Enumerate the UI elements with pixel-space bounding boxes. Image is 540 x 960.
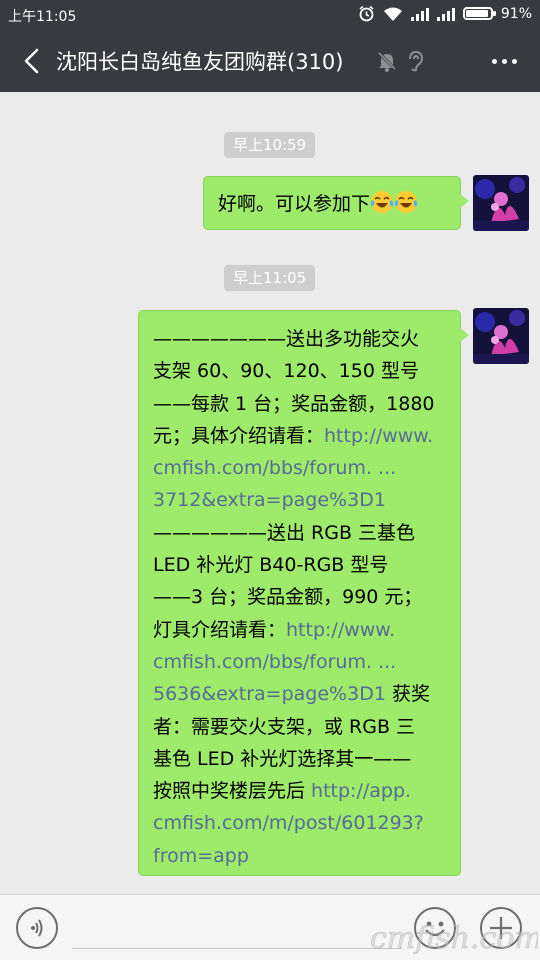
message-line: ——3 台；奖品金额，990 元；	[153, 586, 423, 609]
status-icons: 91%	[358, 5, 532, 22]
chat-header: 沈阳长白岛纯鱼友团购群(310)	[0, 30, 540, 92]
message-link[interactable]: 3712&extra=page%3D1	[153, 489, 386, 511]
message-link[interactable]: http://www.	[286, 619, 395, 641]
wifi-icon	[383, 7, 402, 21]
chat-messages: 早上10:59 好啊。可以参加下 早上11:05 ———————送出多功能交火 …	[0, 92, 540, 894]
laughing-crying-emoji	[395, 191, 418, 213]
message-bubble[interactable]: ———————送出多功能交火 支架 60、90、120、150 型号 ——每款 …	[138, 310, 469, 876]
earpiece-icon	[409, 50, 424, 72]
back-arrow-icon[interactable]	[14, 43, 50, 79]
message-input[interactable]	[72, 905, 402, 949]
input-bar	[0, 894, 540, 960]
message-line: 按照中奖楼层先后	[153, 780, 312, 803]
avatar[interactable]	[473, 308, 529, 364]
battery-level: 91%	[500, 5, 532, 22]
message-line: ——————送出 RGB 三基色	[153, 521, 416, 544]
battery-icon	[462, 7, 496, 20]
message-line: 者：需要交火支架，或 RGB 三	[153, 715, 416, 738]
timestamp: 早上11:05	[224, 265, 316, 291]
message-bubble[interactable]: 好啊。可以参加下	[203, 176, 469, 230]
avatar[interactable]	[473, 175, 529, 231]
message-line: 获奖	[385, 683, 430, 706]
timestamp: 早上10:59	[224, 132, 316, 158]
message-line: ———————送出多功能交火	[153, 328, 420, 350]
message-link[interactable]: cmfish.com/m/post/601293?	[153, 812, 424, 834]
message-line: 支架 60、90、120、150 型号	[153, 360, 419, 383]
chat-title: 沈阳长白岛纯鱼友团购群(310)	[56, 50, 344, 74]
message-link[interactable]: http://www.	[324, 425, 433, 447]
message-link[interactable]: 5636&extra=page%3D1	[153, 683, 386, 705]
status-time: 上午11:05	[8, 9, 77, 25]
message-line: LED 补光灯 B40-RGB 型号	[153, 554, 389, 577]
more-icon[interactable]	[492, 54, 522, 68]
message-line: ——每款 1 台；奖品金额，1880	[153, 392, 435, 415]
emoji-icon[interactable]	[414, 907, 456, 949]
message-link[interactable]: cmfish.com/bbs/forum. ...	[153, 651, 396, 673]
message-line: 元；具体介绍请看：	[153, 424, 325, 447]
signal-icon	[436, 7, 455, 21]
message-text: 好啊。可以参加下	[218, 193, 371, 215]
message-line: 基色 LED 补光灯选择其一——	[153, 747, 412, 770]
alarm-icon	[359, 5, 374, 22]
message-link[interactable]: from=app	[153, 845, 249, 867]
mute-bell-icon	[377, 51, 397, 72]
signal-icon	[410, 7, 429, 21]
status-bar: 上午11:05 91%	[0, 0, 540, 30]
laughing-crying-emoji	[371, 191, 394, 213]
message-line: 灯具介绍请看：	[153, 618, 287, 641]
plus-icon[interactable]	[480, 907, 522, 949]
voice-icon[interactable]	[16, 907, 58, 949]
message-link[interactable]: cmfish.com/bbs/forum. ...	[153, 457, 396, 479]
message-link[interactable]: http://app.	[311, 780, 411, 802]
